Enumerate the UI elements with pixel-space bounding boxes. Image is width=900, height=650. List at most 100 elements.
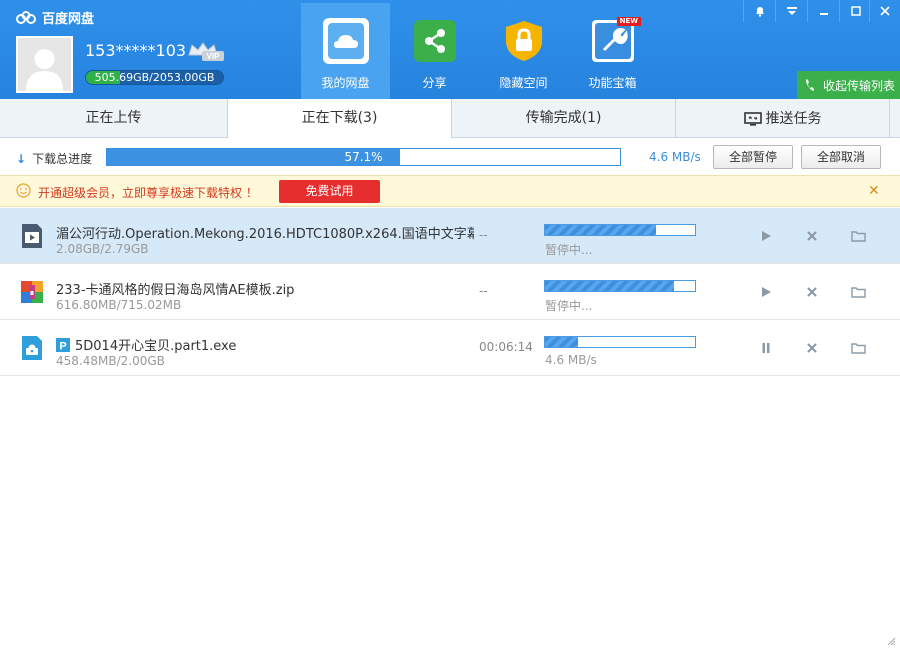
collapse-label: 收起传输列表 [823, 78, 896, 93]
pause-all-button[interactable]: 全部暂停 [713, 145, 793, 169]
tab-uploading[interactable]: 正在上传 [0, 99, 228, 138]
notification-button[interactable] [743, 0, 775, 22]
download-arrow-icon: ↓ [16, 151, 27, 166]
bell-icon [755, 6, 764, 17]
close-icon [807, 231, 817, 241]
file-status: 暂停中... [545, 243, 593, 257]
file-progress-fill [545, 337, 578, 347]
file-size: 616.80MB/715.02MB [56, 298, 182, 312]
open-folder-button[interactable] [850, 340, 866, 356]
file-progress-fill [545, 281, 674, 291]
svg-text:P: P [59, 340, 66, 352]
tab-downloading[interactable]: 正在下载(3) [228, 99, 452, 139]
quota-text: 505.69GB/2053.00GB [94, 71, 215, 84]
play-icon [762, 231, 771, 241]
default-avatar-icon [18, 38, 71, 91]
list-item[interactable]: 233-卡通风格的假日海岛风情AE模板.zip 616.80MB/715.02M… [0, 264, 900, 320]
file-name: 233-卡通风格的假日海岛风情AE模板.zip [56, 283, 295, 298]
zip-file-icon [21, 281, 43, 303]
total-progress-row: ↓ 下载总进度 57.1% 4.6 MB/s 全部暂停 全部取消 [0, 139, 900, 175]
resume-button[interactable] [758, 228, 774, 244]
cloud-icon [322, 18, 369, 64]
app-logo: 百度网盘 [16, 8, 94, 27]
pause-icon [762, 343, 770, 353]
list-item[interactable]: P 5D014开心宝贝.part1.exe 458.48MB/2.00GB 00… [0, 320, 900, 376]
baidu-cloud-logo-icon [16, 10, 36, 24]
video-file-icon [22, 224, 42, 248]
menu-button[interactable] [775, 0, 807, 22]
file-progress-fill [545, 225, 656, 235]
close-icon [880, 6, 890, 16]
tab-push-tasks[interactable]: 推送任务 [676, 99, 890, 138]
main-nav: 我的网盘 分享 隐藏空间 NEW 功能宝箱 [301, 3, 657, 99]
folder-icon [850, 287, 866, 298]
file-progress-bar [544, 224, 696, 236]
file-progress-bar [544, 280, 696, 292]
file-name-wrapper: P 5D014开心宝贝.part1.exe [56, 335, 236, 354]
cancel-all-button[interactable]: 全部取消 [801, 145, 881, 169]
time-remaining: 00:06:14 [479, 340, 533, 354]
play-icon [762, 287, 771, 297]
pause-button[interactable] [758, 340, 774, 356]
minimize-button[interactable] [807, 0, 839, 22]
username: 153*****103 [85, 41, 187, 60]
vip-promo-banner: 开通超级会员，立即尊享极速下载特权 ！ 免费试用 ✕ [0, 175, 900, 207]
file-size: 458.48MB/2.00GB [56, 354, 165, 368]
close-button[interactable] [869, 0, 900, 22]
list-item[interactable]: 湄公河行动.Operation.Mekong.2016.HDTC1080P.x2… [0, 208, 900, 264]
folder-icon [850, 343, 866, 354]
nav-toolbox[interactable]: NEW 功能宝箱 [568, 3, 657, 99]
delete-button[interactable] [804, 228, 820, 244]
parking-p-icon: P [56, 337, 70, 352]
download-list: 湄公河行动.Operation.Mekong.2016.HDTC1080P.x2… [0, 208, 900, 376]
phone-icon [806, 79, 814, 91]
tab-completed[interactable]: 传输完成(1) [452, 99, 676, 138]
resize-grip-icon[interactable] [886, 636, 896, 646]
total-progress-bar: 57.1% [106, 148, 621, 166]
file-size: 2.08GB/2.79GB [56, 242, 149, 256]
nav-my-disk[interactable]: 我的网盘 [301, 3, 390, 99]
total-progress-label: ↓ 下载总进度 [16, 150, 92, 167]
smiley-icon [16, 183, 31, 198]
total-speed: 4.6 MB/s [649, 150, 701, 164]
monitor-icon [743, 111, 762, 126]
maximize-icon [850, 6, 861, 16]
time-remaining: -- [479, 284, 488, 298]
free-trial-button[interactable]: 免费试用 [279, 180, 380, 203]
nav-label: 分享 [422, 76, 447, 90]
open-folder-button[interactable] [850, 284, 866, 300]
close-icon [807, 343, 817, 353]
delete-button[interactable] [804, 284, 820, 300]
total-progress-text: 下载总进度 [32, 152, 93, 166]
delete-button[interactable] [804, 340, 820, 356]
exe-file-icon [22, 336, 42, 360]
dropdown-menu-icon [786, 7, 797, 15]
share-icon [412, 18, 458, 64]
file-progress-bar [544, 336, 696, 348]
nav-label: 功能宝箱 [588, 76, 637, 90]
resume-button[interactable] [758, 284, 774, 300]
nav-share[interactable]: 分享 [390, 3, 479, 99]
close-icon [807, 287, 817, 297]
vip-crown-icon[interactable]: VIP [186, 41, 226, 63]
new-badge: NEW [616, 17, 641, 26]
nav-label: 我的网盘 [321, 76, 370, 90]
file-status: 暂停中... [545, 299, 593, 313]
maximize-button[interactable] [839, 0, 871, 22]
storage-quota-bar: 505.69GB/2053.00GB [85, 70, 224, 85]
open-folder-button[interactable] [850, 228, 866, 244]
promo-close-icon[interactable]: ✕ [868, 183, 880, 199]
transfer-tabs: 正在上传 正在下载(3) 传输完成(1) 推送任务 [0, 99, 900, 139]
nav-label: 隐藏空间 [499, 76, 548, 90]
file-status: 4.6 MB/s [545, 353, 597, 367]
collapse-transfer-list-button[interactable]: 收起传输列表 [797, 71, 900, 99]
nav-hidden-space[interactable]: 隐藏空间 [479, 3, 568, 99]
push-tab-label: 推送任务 [765, 110, 822, 127]
minimize-icon [819, 13, 828, 15]
promo-text: 开通超级会员，立即尊享极速下载特权 ！ [38, 186, 258, 200]
file-name: 湄公河行动.Operation.Mekong.2016.HDTC1080P.x2… [56, 227, 474, 242]
total-progress-percent: 57.1% [344, 150, 383, 164]
vip-label: VIP [207, 52, 221, 61]
file-name: 5D014开心宝贝.part1.exe [75, 339, 237, 354]
avatar[interactable] [16, 36, 73, 93]
